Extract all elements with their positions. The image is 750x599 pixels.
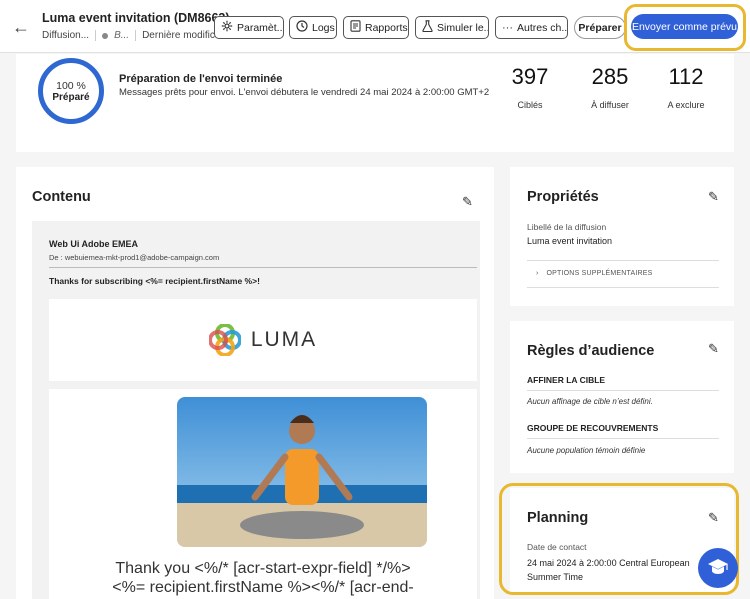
stat-value: 112 [668, 64, 704, 89]
stat-label: À diffuser [591, 100, 629, 110]
preview-body: Thank you <%/* [acr-start-expr-field] */… [49, 389, 477, 599]
email-preview: Web Ui Adobe EMEA De : webuiemea-mkt-pro… [32, 221, 480, 599]
settings-button[interactable]: Paramèt... [214, 16, 284, 39]
prepare-button[interactable]: Préparer [574, 16, 626, 39]
preview-divider [49, 267, 477, 268]
flask-icon [422, 20, 433, 35]
luma-logo-icon [208, 324, 241, 356]
stat-targeted: 397 Ciblés [490, 64, 570, 110]
delivery-label-value: Luma event invitation [527, 236, 613, 246]
content-title: Contenu [32, 189, 91, 205]
preview-subject: Thanks for subscribing <%= recipient.fir… [49, 276, 260, 286]
settings-label: Paramèt... [237, 21, 284, 34]
overlap-group-heading: GROUPE DE RECOUVREMENTS [527, 423, 659, 433]
simulate-button[interactable]: Simuler le... [415, 16, 489, 39]
audience-divider [527, 390, 719, 391]
reports-label: Rapports [365, 21, 408, 34]
arrow-left-icon[interactable]: ← [10, 16, 32, 38]
chevron-right-icon: › [536, 270, 539, 277]
progress-state: Préparé [52, 91, 90, 103]
summary-title: Préparation de l'envoi terminée [119, 73, 283, 85]
refine-target-heading: AFFINER LA CIBLE [527, 375, 606, 385]
meta-separator [95, 30, 97, 41]
stat-label: Ciblés [517, 100, 543, 110]
audience-title: Règles d’audience [527, 343, 655, 359]
preview-thanks-line2: <%= recipient.firstName %><%/* [acr-end- [112, 579, 414, 596]
stat-value: 285 [591, 64, 629, 89]
graduation-cap-icon [707, 558, 729, 579]
delivery-label-caption: Libellé de la diffusion [527, 222, 607, 232]
preview-logo-banner: LUMA [49, 299, 477, 381]
logs-label: Logs [312, 21, 335, 34]
stat-excluded: 112 A exclure [646, 64, 726, 110]
audience-divider [527, 438, 719, 439]
progress-ring: 100 % Préparé [38, 58, 104, 124]
yoga-photo [177, 397, 427, 547]
pencil-icon[interactable]: ✎ [708, 341, 719, 357]
properties-title: Propriétés [527, 189, 599, 205]
meta-type: Diffusion... [42, 30, 90, 41]
clock-icon [296, 20, 308, 35]
preview-sender-name: Web Ui Adobe EMEA [49, 239, 139, 249]
settings-icon [221, 20, 233, 35]
top-header: ← Luma event invitation (DM8663) Diffusi… [0, 0, 750, 53]
progress-percent: 100 % [56, 79, 86, 92]
content-card: Contenu ✎ Web Ui Adobe EMEA De : webuiem… [16, 167, 494, 599]
preview-thanks-text: Thank you <%/* [acr-start-expr-field] */… [49, 559, 477, 597]
meta-separator [135, 30, 137, 41]
report-icon [350, 20, 361, 35]
preview-thanks-line1: Thank you <%/* [acr-start-expr-field] */… [115, 560, 411, 577]
audience-rules-card: Règles d’audience ✎ AFFINER LA CIBLE Auc… [510, 321, 734, 473]
simulate-label: Simuler le... [437, 21, 489, 34]
overlap-group-value: Aucune population témoin définie [527, 446, 646, 455]
refine-target-value: Aucun affinage de cible n’est défini. [527, 397, 653, 406]
properties-divider [527, 287, 719, 288]
more-dots-icon: ··· [502, 21, 513, 34]
pencil-icon[interactable]: ✎ [708, 189, 719, 205]
page-title: Luma event invitation (DM8663) [42, 11, 230, 25]
properties-divider [527, 260, 719, 261]
stat-label: A exclure [667, 100, 705, 110]
logs-button[interactable]: Logs [289, 16, 337, 39]
reports-button[interactable]: Rapports [343, 16, 409, 39]
preparation-summary: 100 % Préparé Préparation de l'envoi ter… [16, 54, 734, 152]
more-options-toggle[interactable]: › OPTIONS SUPPLÉMENTAIRES [536, 270, 653, 277]
header-meta: Diffusion... B... Dernière modifica... [42, 30, 229, 41]
more-options-label: OPTIONS SUPPLÉMENTAIRES [546, 270, 653, 277]
summary-subtitle: Messages prêts pour envoi. L'envoi début… [119, 87, 490, 98]
status-dot-icon [102, 32, 109, 39]
stat-value: 397 [511, 64, 549, 89]
meta-status: B... [114, 30, 130, 41]
help-learning-button[interactable] [698, 548, 738, 588]
luma-logo-text: LUMA [250, 328, 318, 351]
more-actions-label: Autres ch... [517, 21, 568, 34]
properties-card: Propriétés ✎ Libellé de la diffusion Lum… [510, 167, 734, 306]
more-actions-button[interactable]: ··· Autres ch... [495, 16, 568, 39]
preview-sender-address: De : webuiemea-mkt-prod1@adobe-campaign.… [49, 253, 220, 262]
pencil-icon[interactable]: ✎ [462, 194, 473, 210]
send-as-scheduled-button[interactable]: Envoyer comme prévu [631, 14, 738, 39]
stat-to-deliver: 285 À diffuser [570, 64, 650, 110]
